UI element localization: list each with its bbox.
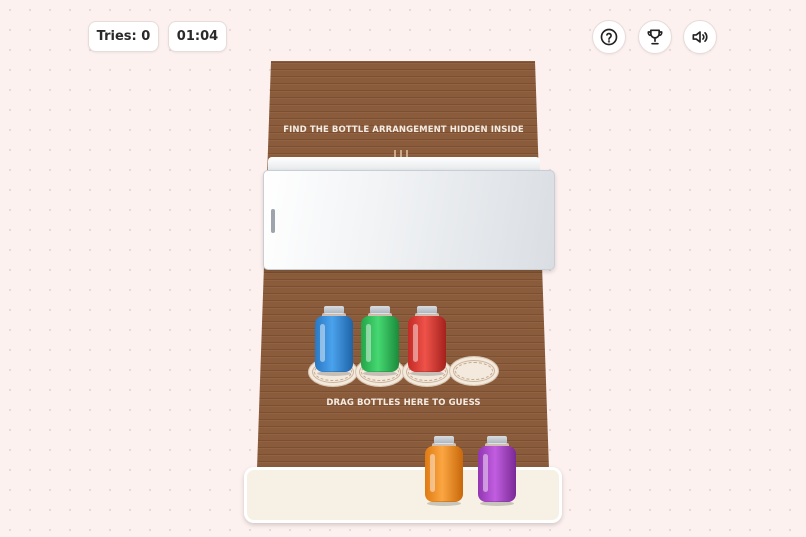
help-button[interactable] <box>592 20 626 54</box>
cover-handle[interactable] <box>271 209 275 233</box>
timer: 01:04 <box>168 21 227 52</box>
drop-instruction: DRAG BOTTLES HERE TO GUESS <box>326 398 481 408</box>
leaderboard-button[interactable] <box>638 20 672 54</box>
bottle-blue[interactable] <box>315 306 353 376</box>
bottle-green[interactable] <box>361 306 399 376</box>
cover-lid <box>268 157 540 171</box>
timer-value: 01:04 <box>176 29 219 44</box>
sound-button[interactable] <box>683 20 717 54</box>
question-icon <box>600 28 618 46</box>
guess-slot-4[interactable] <box>449 356 499 386</box>
tries-counter: Tries: 0 <box>88 21 159 52</box>
bottle-red[interactable] <box>408 306 446 376</box>
hint-text: FIND THE BOTTLE ARRANGEMENT HIDDEN INSID… <box>283 125 524 135</box>
bottle-purple[interactable] <box>478 436 516 506</box>
trophy-icon <box>647 29 663 45</box>
hidden-arrangement-cover[interactable] <box>263 170 555 270</box>
speaker-icon <box>692 31 708 43</box>
tries-label: Tries: 0 <box>96 29 151 44</box>
bottle-orange[interactable] <box>425 436 463 506</box>
